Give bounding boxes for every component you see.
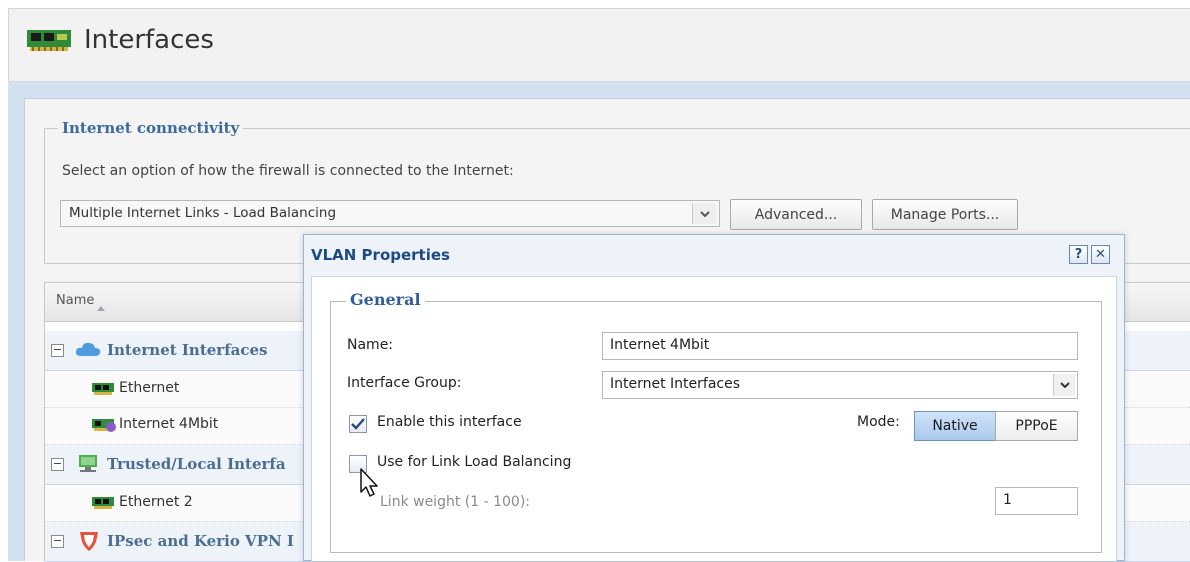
network-card-icon <box>92 497 114 513</box>
collapse-icon[interactable]: − <box>51 458 64 471</box>
collapse-icon[interactable]: − <box>51 535 64 548</box>
row-label: Ethernet 2 <box>119 494 193 510</box>
collapse-icon[interactable]: − <box>51 344 64 357</box>
row-label: Internet 4Mbit <box>119 416 219 432</box>
interface-group-select[interactable]: Internet Interfaces <box>602 371 1078 399</box>
mode-pppoe-button[interactable]: PPPoE <box>995 411 1078 441</box>
row-label: Ethernet <box>119 380 180 396</box>
link-load-balancing-label[interactable]: Use for Link Load Balancing <box>377 454 571 470</box>
group-label: IPsec and Kerio VPN I <box>107 532 294 550</box>
dialog-title: VLAN Properties <box>311 246 450 264</box>
mode-native-button[interactable]: Native <box>914 411 996 441</box>
enable-interface-checkbox[interactable] <box>349 415 367 433</box>
manage-ports-button[interactable]: Manage Ports... <box>872 199 1018 230</box>
chevron-down-icon[interactable] <box>692 203 716 224</box>
connectivity-mode-select[interactable]: Multiple Internet Links - Load Balancing <box>60 200 720 227</box>
advanced-button[interactable]: Advanced... <box>730 199 862 230</box>
close-icon[interactable]: ✕ <box>1091 245 1110 264</box>
interface-group-label: Interface Group: <box>347 375 462 391</box>
connectivity-description: Select an option of how the firewall is … <box>62 163 514 179</box>
page-title: Interfaces <box>84 25 214 55</box>
shield-icon <box>78 530 100 556</box>
help-icon[interactable]: ? <box>1069 245 1088 264</box>
sort-ascending-icon <box>97 299 105 315</box>
name-field[interactable]: Internet 4Mbit <box>602 332 1078 360</box>
group-label: Trusted/Local Interfa <box>107 455 286 473</box>
mode-label: Mode: <box>857 414 900 430</box>
group-label: Internet Interfaces <box>107 341 268 359</box>
cloud-icon <box>75 341 101 361</box>
network-card-icon <box>92 383 114 399</box>
link-weight-label: Link weight (1 - 100): <box>380 494 530 510</box>
enable-interface-label[interactable]: Enable this interface <box>377 414 522 430</box>
chevron-down-icon[interactable] <box>1053 374 1075 396</box>
vlan-card-icon <box>92 419 118 437</box>
general-legend: General <box>346 290 425 309</box>
lan-icon <box>75 455 101 477</box>
network-card-icon <box>26 28 72 52</box>
link-weight-field[interactable]: 1 <box>995 487 1078 515</box>
name-label: Name: <box>347 337 394 353</box>
mouse-cursor-icon <box>360 468 380 502</box>
column-header-name[interactable]: Name <box>56 293 94 308</box>
connectivity-legend: Internet connectivity <box>58 119 244 137</box>
